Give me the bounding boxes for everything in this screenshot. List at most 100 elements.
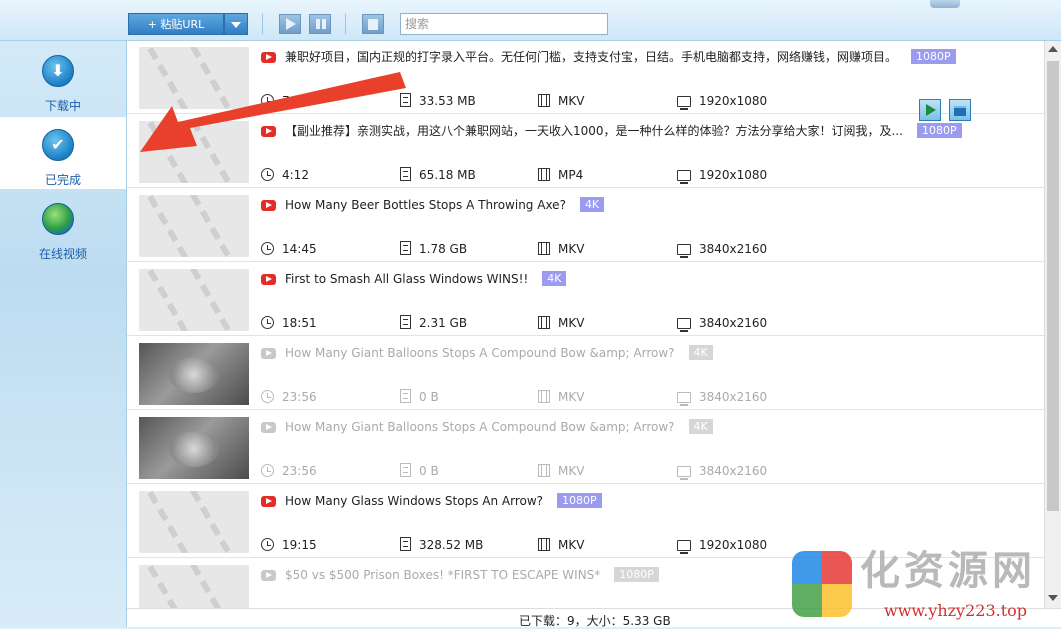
video-size: 0 B [400, 463, 439, 479]
film-icon [538, 316, 550, 329]
film-icon [538, 390, 550, 403]
video-duration: 7:... [261, 93, 305, 109]
pause-all-button[interactable] [309, 14, 331, 34]
video-resolution: 3840x2160 [677, 315, 767, 332]
clock-icon [261, 242, 274, 255]
youtube-icon [261, 422, 276, 433]
quality-badge: 1080P [911, 49, 956, 64]
sidebar-item-online-video[interactable]: 在线视频 [0, 191, 126, 263]
video-duration: 23:56 [261, 389, 317, 405]
youtube-icon [261, 348, 276, 359]
video-format: MKV [538, 463, 584, 479]
table-row[interactable]: 【副业推荐】亲测实战，用这八个兼职网站，一天收入1000，是一种什么样的体验？方… [127, 115, 1044, 188]
sidebar-item-label: 下载中 [44, 99, 81, 113]
film-icon [538, 168, 550, 181]
search-input[interactable] [400, 13, 608, 35]
video-resolution: 1920x1080 [677, 537, 767, 554]
table-row[interactable]: How Many Giant Balloons Stops A Compound… [127, 411, 1044, 484]
video-title: How Many Giant Balloons Stops A Compound… [285, 345, 713, 361]
video-title: 兼职好项目，国内正规的打字录入平台。无任何门槛，支持支付宝，日结。手机电脑都支持… [285, 49, 956, 65]
scrollbar-thumb[interactable] [1047, 61, 1059, 511]
paste-url-dropdown-button[interactable] [224, 13, 248, 35]
video-title: How Many Glass Windows Stops An Arrow? 10… [285, 493, 602, 509]
scroll-up-icon[interactable] [1048, 46, 1058, 52]
sidebar: ⬇ 下载中 ✔ 已完成 在线视频 [0, 41, 127, 627]
video-title: How Many Beer Bottles Stops A Throwing A… [285, 197, 605, 213]
file-icon [400, 93, 411, 107]
scrollbar[interactable] [1044, 41, 1061, 608]
delete-button[interactable] [362, 14, 384, 34]
file-icon [400, 167, 411, 181]
video-format: MKV [538, 241, 584, 257]
video-list: 兼职好项目，国内正规的打字录入平台。无任何门槛，支持支付宝，日结。手机电脑都支持… [127, 41, 1044, 608]
sidebar-item-label: 在线视频 [38, 247, 87, 261]
clock-icon [261, 464, 274, 477]
film-icon [538, 464, 550, 477]
toolbar-divider [345, 14, 346, 34]
video-size: 65.18 MB [400, 167, 476, 183]
download-icon: ⬇ [42, 55, 74, 87]
status-text: 已下载：9，大小：5.33 GB [519, 614, 671, 628]
video-duration: 4:12 [261, 167, 309, 183]
film-icon [538, 538, 550, 551]
table-row[interactable]: How Many Beer Bottles Stops A Throwing A… [127, 189, 1044, 262]
video-title: $50 vs $500 Prison Boxes! *FIRST TO ESCA… [285, 567, 659, 583]
video-thumbnail [139, 121, 249, 183]
video-size: 328.52 MB [400, 537, 483, 553]
video-size: 0 B [400, 389, 439, 405]
table-row[interactable]: 兼职好项目，国内正规的打字录入平台。无任何门槛，支持支付宝，日结。手机电脑都支持… [127, 41, 1044, 114]
clock-icon [261, 168, 274, 181]
video-format: MKV [538, 315, 584, 331]
file-icon [400, 463, 411, 477]
watermark-url: www.yhzy223.top [884, 601, 1028, 620]
start-all-button[interactable] [279, 14, 301, 34]
monitor-icon [677, 318, 691, 332]
sidebar-item-completed[interactable]: ✔ 已完成 [0, 117, 126, 189]
video-thumbnail [139, 565, 249, 608]
file-icon [400, 389, 411, 403]
youtube-icon [261, 570, 276, 581]
sidebar-item-downloading[interactable]: ⬇ 下载中 [0, 43, 126, 115]
play-video-button[interactable] [919, 99, 941, 121]
video-format: MKV [538, 93, 584, 109]
video-resolution: 1920x1080 [677, 167, 767, 184]
table-row[interactable]: How Many Giant Balloons Stops A Compound… [127, 337, 1044, 410]
video-duration: 19:15 [261, 537, 317, 553]
video-title: How Many Giant Balloons Stops A Compound… [285, 419, 713, 435]
toolbar: + 粘贴URL [0, 0, 1061, 41]
video-thumbnail [139, 269, 249, 331]
monitor-icon [677, 244, 691, 258]
watermark-logo-icon [792, 551, 852, 617]
quality-badge: 4K [688, 419, 713, 434]
table-row[interactable]: First to Smash All Glass Windows WINS!! 4… [127, 263, 1044, 336]
file-icon [400, 241, 411, 255]
watermark-site-name: 化资源网 [860, 547, 1036, 594]
globe-icon [42, 203, 74, 235]
video-resolution: 3840x2160 [677, 389, 767, 406]
monitor-icon [677, 96, 691, 110]
video-thumbnail [139, 195, 249, 257]
clock-icon [261, 390, 274, 403]
video-title: First to Smash All Glass Windows WINS!! 4… [285, 271, 567, 287]
youtube-icon [261, 200, 276, 211]
paste-url-button[interactable]: + 粘贴URL [128, 13, 224, 35]
open-folder-button[interactable] [949, 99, 971, 121]
quality-badge: 4K [579, 197, 605, 212]
quality-badge: 1080P [917, 123, 962, 138]
video-size: 33.53 MB [400, 93, 476, 109]
toolbar-divider [262, 14, 263, 34]
video-size: 1.78 GB [400, 241, 467, 257]
youtube-icon [261, 274, 276, 285]
video-thumbnail [139, 343, 249, 405]
video-thumbnail [139, 417, 249, 479]
video-duration: 14:45 [261, 241, 317, 257]
video-duration: 18:51 [261, 315, 317, 331]
monitor-icon [677, 466, 691, 480]
clock-icon [261, 94, 274, 107]
video-duration: 23:56 [261, 463, 317, 479]
window-control-button[interactable] [930, 0, 960, 8]
video-thumbnail [139, 491, 249, 553]
video-size: 2.31 GB [400, 315, 467, 331]
video-format: MP4 [538, 167, 583, 183]
monitor-icon [677, 170, 691, 184]
